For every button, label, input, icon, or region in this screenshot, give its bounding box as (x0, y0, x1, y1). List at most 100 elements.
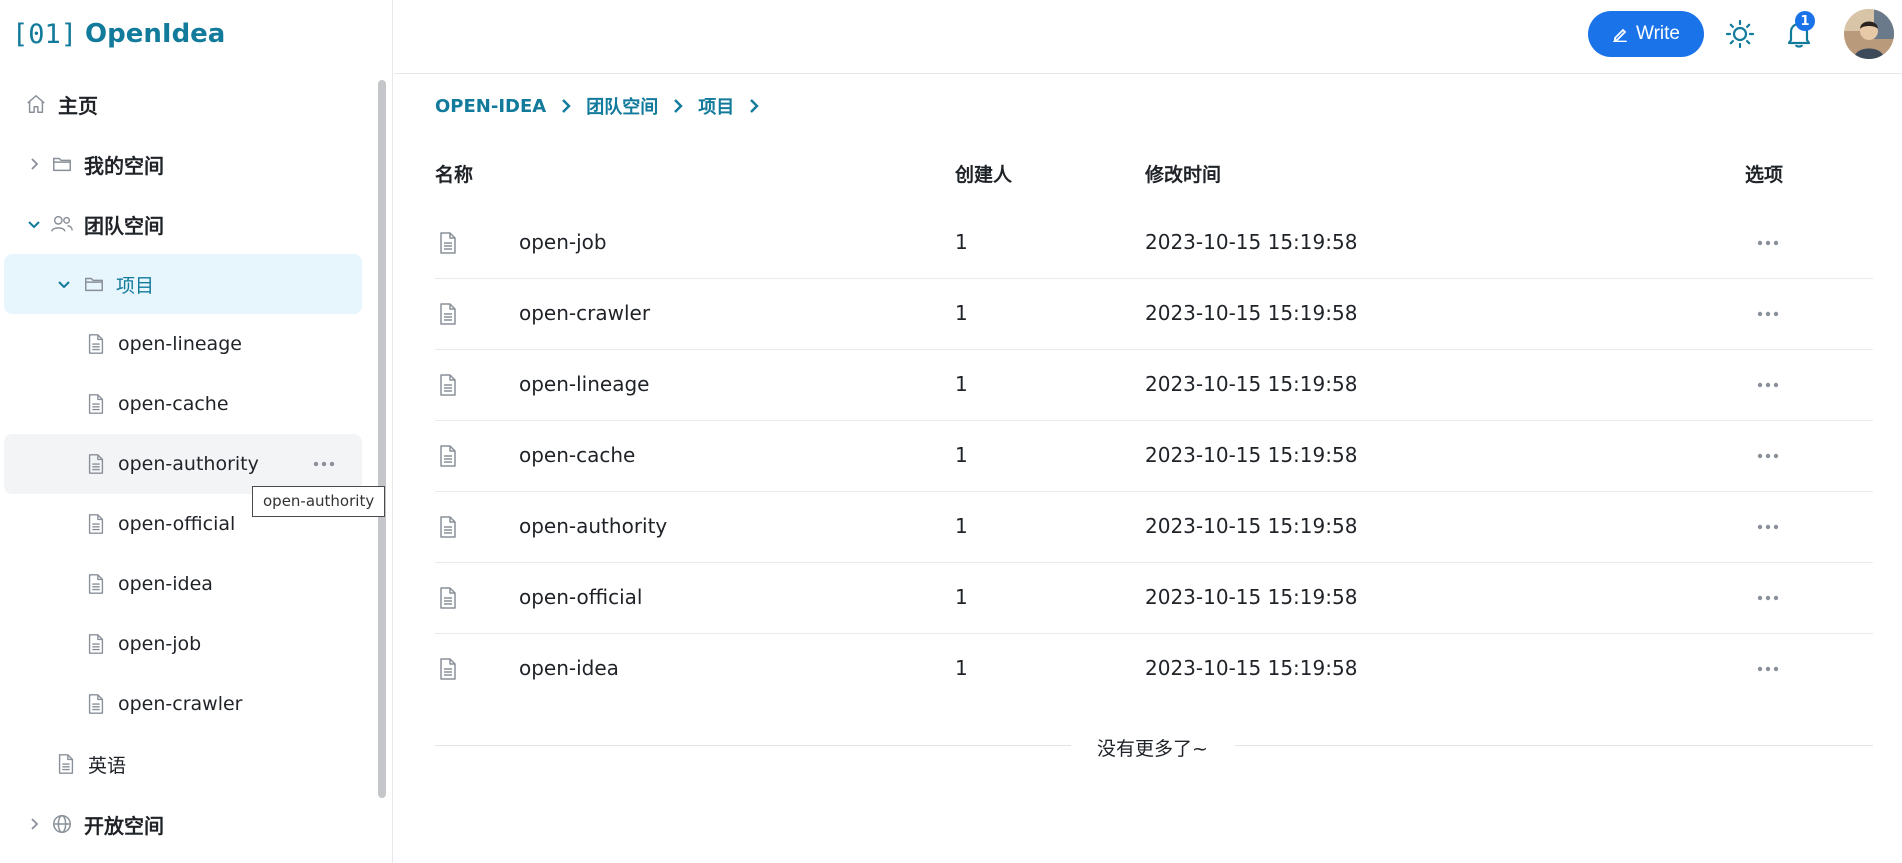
sidebar-item-label: 英语 (88, 754, 127, 777)
table-row[interactable]: open-cache 1 2023-10-15 15:19:58 (435, 421, 1873, 492)
row-modified: 2023-10-15 15:19:58 (1145, 656, 1358, 680)
chevron-right-icon (744, 96, 764, 116)
more-options-icon[interactable] (1752, 585, 1784, 611)
breadcrumb-item-open-idea[interactable]: OPEN-IDEA (435, 96, 546, 117)
table-row[interactable]: open-lineage 1 2023-10-15 15:19:58 (435, 350, 1873, 421)
column-header-options: 选项 (1745, 164, 1784, 186)
brand-logo[interactable]: [01] OpenIdea (12, 14, 225, 54)
sidebar-item-label: open-lineage (118, 333, 242, 355)
sidebar-item-label: open-job (118, 633, 202, 655)
pencil-icon (1612, 26, 1628, 42)
more-options-icon[interactable] (312, 452, 336, 476)
table-row[interactable]: open-official 1 2023-10-15 15:19:58 (435, 563, 1873, 634)
document-icon (84, 452, 108, 476)
end-of-list: 没有更多了~ (435, 734, 1873, 760)
document-icon (435, 301, 461, 327)
row-name[interactable]: open-lineage (519, 372, 649, 396)
chevron-down-icon[interactable] (24, 214, 44, 234)
more-options-icon[interactable] (1752, 656, 1784, 682)
document-icon (435, 656, 461, 682)
sidebar-item-my-space[interactable]: 我的空间 (4, 134, 362, 194)
sidebar-item-label: 开放空间 (84, 813, 164, 838)
document-icon (435, 585, 461, 611)
row-modified: 2023-10-15 15:19:58 (1145, 372, 1358, 396)
row-name[interactable]: open-authority (519, 514, 667, 538)
folder-icon (50, 152, 74, 176)
row-creator: 1 (955, 443, 968, 467)
more-options-icon[interactable] (1752, 301, 1784, 327)
sidebar: [01] OpenIdea 主页 我的空间 团队空间 项目 open-linea… (0, 0, 393, 863)
sidebar-item-open-space[interactable]: 开放空间 (4, 794, 362, 854)
write-button[interactable]: Write (1588, 11, 1704, 57)
document-icon (54, 752, 78, 776)
end-of-list-text: 没有更多了~ (1097, 738, 1208, 760)
row-modified: 2023-10-15 15:19:58 (1145, 443, 1358, 467)
column-header-modified: 修改时间 (1145, 164, 1222, 186)
breadcrumb-item-team-space[interactable]: 团队空间 (586, 93, 658, 119)
row-creator: 1 (955, 230, 968, 254)
chevron-right-icon[interactable] (24, 814, 44, 834)
table-row[interactable]: open-authority 1 2023-10-15 15:19:58 (435, 492, 1873, 563)
sidebar-item-open-job[interactable]: open-job (4, 614, 362, 674)
row-name[interactable]: open-crawler (519, 301, 650, 325)
sidebar-item-project[interactable]: 项目 (4, 254, 362, 314)
tooltip: open-authority (252, 486, 386, 517)
globe-icon (50, 812, 74, 836)
sidebar-item-label: 我的空间 (84, 153, 164, 178)
sidebar-item-open-cache[interactable]: open-cache (4, 374, 362, 434)
sidebar-item-home[interactable]: 主页 (4, 74, 362, 134)
more-options-icon[interactable] (1752, 514, 1784, 540)
document-icon (435, 230, 461, 256)
sidebar-item-english[interactable]: 英语 (4, 734, 362, 794)
sidebar-item-label: open-cache (118, 393, 229, 415)
table-row[interactable]: open-idea 1 2023-10-15 15:19:58 (435, 634, 1873, 705)
more-options-icon[interactable] (1752, 230, 1784, 256)
chevron-right-icon[interactable] (24, 154, 44, 174)
divider (1235, 745, 1873, 746)
document-icon (435, 514, 461, 540)
breadcrumb: OPEN-IDEA 团队空间 项目 (435, 94, 768, 118)
sidebar-scrollbar[interactable] (378, 80, 386, 798)
document-icon (435, 443, 461, 469)
row-modified: 2023-10-15 15:19:58 (1145, 514, 1358, 538)
sidebar-item-label: open-authority (118, 453, 259, 475)
users-icon (50, 212, 74, 236)
row-name[interactable]: open-official (519, 585, 642, 609)
sun-icon[interactable] (1722, 16, 1758, 52)
sidebar-item-label: open-idea (118, 573, 213, 595)
brand-name: OpenIdea (85, 19, 226, 49)
chevron-right-icon (556, 96, 576, 116)
chevron-down-icon[interactable] (54, 274, 74, 294)
row-modified: 2023-10-15 15:19:58 (1145, 230, 1358, 254)
sidebar-item-team-space[interactable]: 团队空间 (4, 194, 362, 254)
avatar[interactable] (1844, 9, 1894, 59)
sidebar-item-label: 项目 (116, 274, 155, 297)
document-icon (84, 332, 108, 356)
row-creator: 1 (955, 301, 968, 325)
table-row[interactable]: open-job 1 2023-10-15 15:19:58 (435, 208, 1873, 279)
document-icon (84, 512, 108, 536)
row-name[interactable]: open-idea (519, 656, 619, 680)
table-row[interactable]: open-crawler 1 2023-10-15 15:19:58 (435, 279, 1873, 350)
row-modified: 2023-10-15 15:19:58 (1145, 585, 1358, 609)
chevron-right-icon (668, 96, 688, 116)
document-icon (84, 572, 108, 596)
notification-badge: 1 (1795, 11, 1815, 31)
folder-icon (82, 272, 106, 296)
document-icon (84, 392, 108, 416)
sidebar-item-open-authority[interactable]: open-authority (4, 434, 362, 494)
sidebar-item-open-crawler[interactable]: open-crawler (4, 674, 362, 734)
row-creator: 1 (955, 585, 968, 609)
row-name[interactable]: open-cache (519, 443, 635, 467)
sidebar-item-open-idea[interactable]: open-idea (4, 554, 362, 614)
row-modified: 2023-10-15 15:19:58 (1145, 301, 1358, 325)
sidebar-item-label: 团队空间 (84, 213, 164, 238)
more-options-icon[interactable] (1752, 443, 1784, 469)
row-name[interactable]: open-job (519, 230, 607, 254)
sidebar-item-label: open-official (118, 513, 236, 535)
more-options-icon[interactable] (1752, 372, 1784, 398)
sidebar-item-open-lineage[interactable]: open-lineage (4, 314, 362, 374)
breadcrumb-item-project[interactable]: 项目 (698, 93, 734, 119)
divider (435, 745, 1071, 746)
row-creator: 1 (955, 514, 968, 538)
